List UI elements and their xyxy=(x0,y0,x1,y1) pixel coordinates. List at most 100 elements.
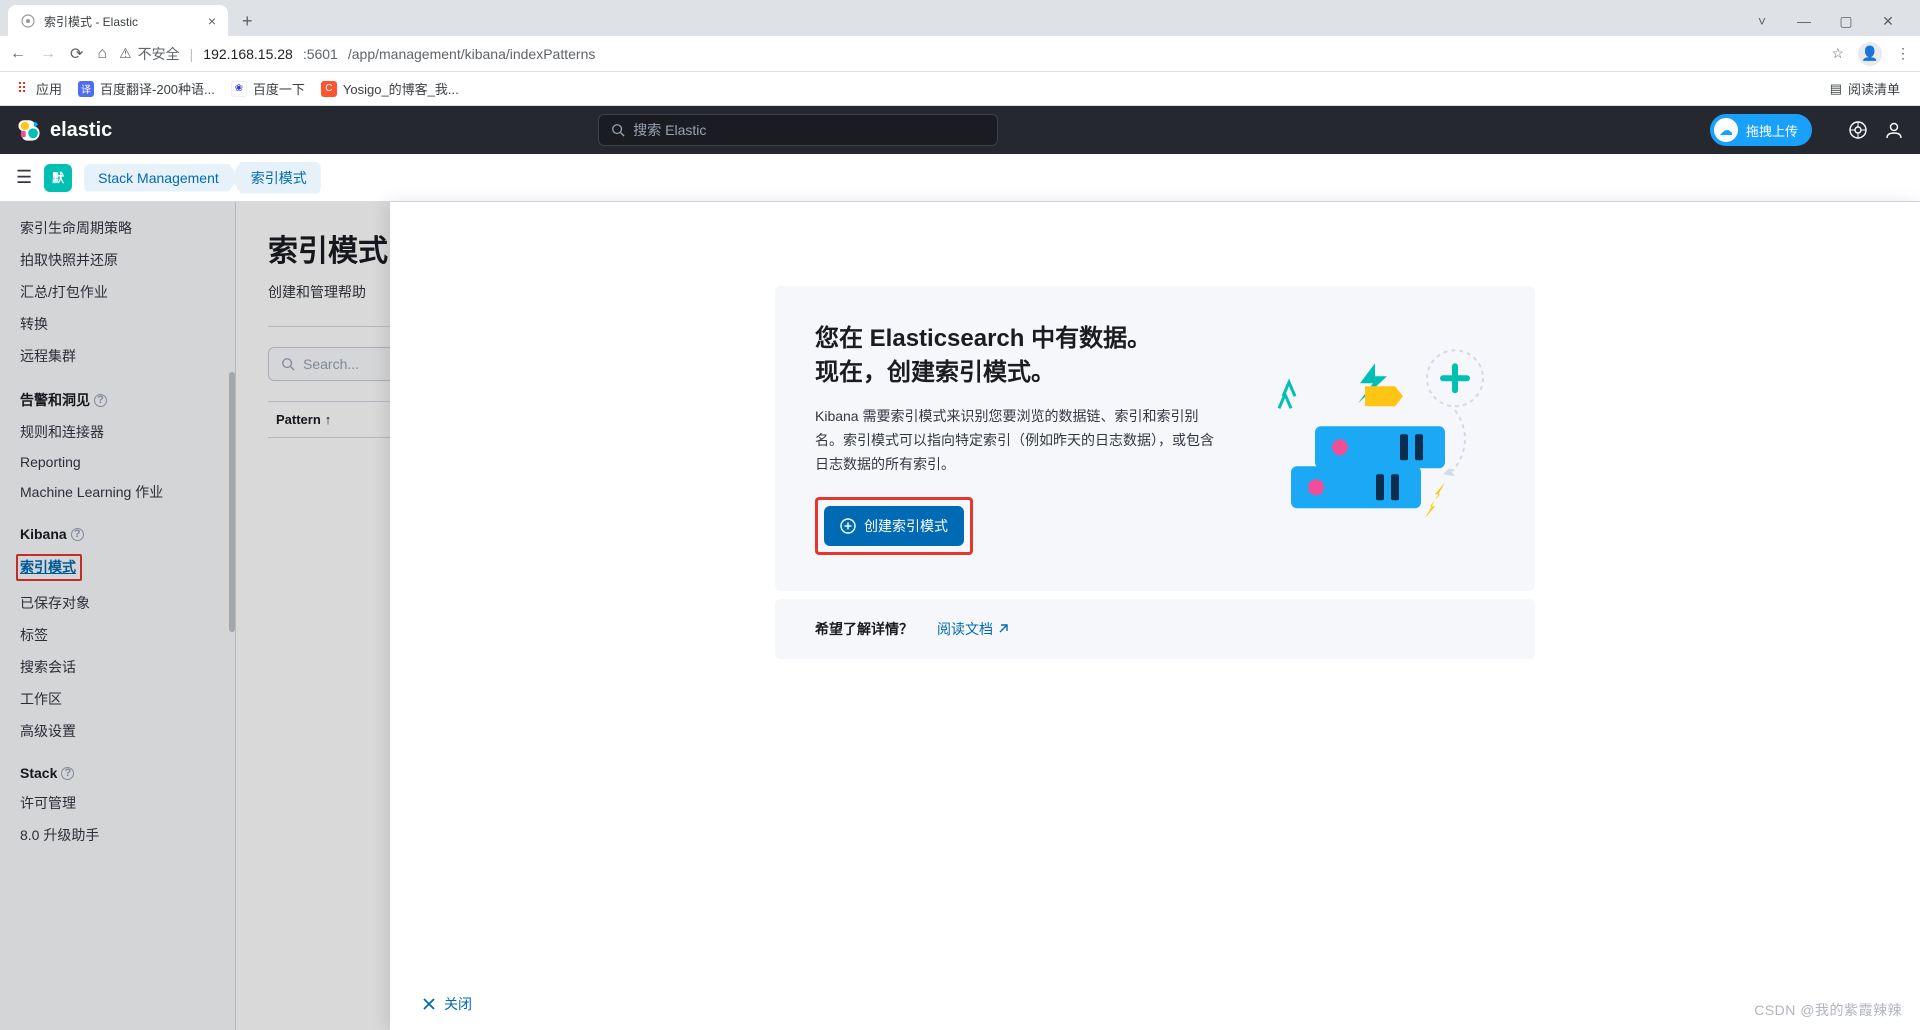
create-index-pattern-button[interactable]: 创建索引模式 xyxy=(824,506,964,546)
sidebar-section-kibana: Kibana ? xyxy=(20,508,235,548)
elastic-logo-icon xyxy=(16,117,42,143)
upload-label: 拖拽上传 xyxy=(1746,121,1798,140)
app-body: 索引生命周期策略 拍取快照并还原 汇总/打包作业 转换 远程集群 告警和洞见 ?… xyxy=(0,202,1920,1030)
not-secure-badge[interactable]: ⚠ 不安全 xyxy=(119,44,180,64)
blog-icon: C xyxy=(321,81,337,97)
browser-chrome: 索引模式 - Elastic × + ˅ — ▢ ✕ ← → ⟳ ⌂ ⚠ 不安全… xyxy=(0,0,1920,106)
minimize-icon[interactable]: — xyxy=(1792,13,1816,30)
close-window-icon[interactable]: ✕ xyxy=(1876,13,1900,30)
sidebar-item[interactable]: Reporting xyxy=(20,448,235,476)
sidebar-item[interactable]: 拍取快照并还原 xyxy=(20,244,235,276)
sidebar-item[interactable]: 转换 xyxy=(20,308,235,340)
card-text: 您在 Elasticsearch 中有数据。 现在，创建索引模式。 Kibana… xyxy=(815,322,1223,555)
sidebar-item[interactable]: Machine Learning 作业 xyxy=(20,476,235,508)
sidebar-item[interactable]: 许可管理 xyxy=(20,787,235,819)
header-icons xyxy=(1848,120,1904,140)
sidebar-item[interactable]: 8.0 升级助手 xyxy=(20,819,235,851)
chevron-down-icon[interactable]: ˅ xyxy=(1750,13,1774,30)
maximize-icon[interactable]: ▢ xyxy=(1834,13,1858,30)
not-secure-label: 不安全 xyxy=(138,44,180,64)
url-path: /app/management/kibana/indexPatterns xyxy=(348,46,596,62)
col-pattern[interactable]: Pattern xyxy=(276,412,321,427)
help-icon[interactable] xyxy=(1848,120,1868,140)
sidebar-item[interactable]: 汇总/打包作业 xyxy=(20,276,235,308)
card-description: Kibana 需要索引模式来识别您要浏览的数据链、索引和索引别名。索引模式可以指… xyxy=(815,405,1223,476)
space-badge[interactable]: 默 xyxy=(44,164,72,192)
read-docs-link[interactable]: 阅读文档 xyxy=(937,619,1009,639)
user-avatar-icon[interactable] xyxy=(1884,120,1904,140)
elastic-logo[interactable]: elastic xyxy=(16,117,112,143)
url-host: 192.168.15.28 xyxy=(203,46,293,62)
address-bar-row: ← → ⟳ ⌂ ⚠ 不安全 | 192.168.15.28 :5601/app/m… xyxy=(0,36,1920,72)
url-port: :5601 xyxy=(303,46,338,62)
kebab-menu-icon[interactable]: ⋮ xyxy=(1896,45,1910,62)
crumb-index-patterns[interactable]: 索引模式 xyxy=(231,162,321,194)
sidebar: 索引生命周期策略 拍取快照并还原 汇总/打包作业 转换 远程集群 告警和洞见 ?… xyxy=(0,202,236,1030)
nav-toggle-icon[interactable]: ☰ xyxy=(16,167,32,188)
highlight-annotation: 索引模式 xyxy=(16,554,82,581)
tab-close-icon[interactable]: × xyxy=(208,13,216,29)
bookmark-baidu[interactable]: ❀ 百度一下 xyxy=(231,79,305,98)
sidebar-item[interactable]: 高级设置 xyxy=(20,715,235,747)
sidebar-item[interactable]: 索引生命周期策略 xyxy=(20,212,235,244)
brand-text: elastic xyxy=(50,119,112,142)
sidebar-item[interactable]: 搜索会话 xyxy=(20,651,235,683)
illustration xyxy=(1255,322,1495,555)
bookmark-baidu-translate[interactable]: 译 百度翻译-200种语... xyxy=(78,79,215,98)
search-icon xyxy=(281,357,295,371)
warning-icon: ⚠ xyxy=(119,45,132,62)
nav-icons: ← → ⟳ ⌂ xyxy=(10,44,107,64)
bookmark-yosigo[interactable]: C Yosigo_的博客_我... xyxy=(321,79,459,98)
address-right: ☆ 👤 ⋮ xyxy=(1831,42,1910,66)
search-icon xyxy=(611,123,625,137)
elastic-header: elastic 搜索 Elastic ☁ 拖拽上传 xyxy=(0,106,1920,154)
tab-strip: 索引模式 - Elastic × + ˅ — ▢ ✕ xyxy=(0,0,1920,36)
sort-asc-icon[interactable]: ↑ xyxy=(325,412,332,427)
sidebar-item[interactable]: 远程集群 xyxy=(20,340,235,372)
new-tab-button[interactable]: + xyxy=(236,11,259,32)
bookmark-apps[interactable]: ⠿ 应用 xyxy=(14,79,62,98)
info-icon[interactable]: ? xyxy=(94,394,107,407)
highlight-annotation: 创建索引模式 xyxy=(815,497,973,555)
info-icon[interactable]: ? xyxy=(71,528,84,541)
elastic-favicon-icon xyxy=(20,13,36,29)
sidebar-item[interactable]: 规则和连接器 xyxy=(20,416,235,448)
crumb-stack-management[interactable]: Stack Management xyxy=(84,164,239,192)
flyout-body: 您在 Elasticsearch 中有数据。 现在，创建索引模式。 Kibana… xyxy=(390,202,1920,978)
reload-icon[interactable]: ⟳ xyxy=(70,44,83,64)
upload-badge[interactable]: ☁ 拖拽上传 xyxy=(1710,114,1812,146)
home-icon[interactable]: ⌂ xyxy=(97,45,107,63)
flyout-intro-card: 您在 Elasticsearch 中有数据。 现在，创建索引模式。 Kibana… xyxy=(775,286,1535,591)
sidebar-section-alerts: 告警和洞见 ? xyxy=(20,372,235,416)
reading-list-icon: ▤ xyxy=(1830,81,1842,97)
flyout-secondary-card: 希望了解详情？ 阅读文档 xyxy=(775,599,1535,659)
flyout-footer: 关闭 xyxy=(390,978,1920,1030)
global-search-input[interactable]: 搜索 Elastic xyxy=(598,114,998,146)
card-title: 您在 Elasticsearch 中有数据。 现在，创建索引模式。 xyxy=(815,322,1223,389)
back-icon[interactable]: ← xyxy=(10,45,26,63)
forward-icon[interactable]: → xyxy=(40,45,56,63)
baidu-icon: ❀ xyxy=(231,81,247,97)
close-icon[interactable] xyxy=(422,997,436,1011)
star-icon[interactable]: ☆ xyxy=(1831,45,1844,62)
sidebar-item[interactable]: 已保存对象 xyxy=(20,587,235,619)
search-placeholder: Search... xyxy=(303,356,359,372)
sidebar-item[interactable]: 标签 xyxy=(20,619,235,651)
reading-list[interactable]: ▤ 阅读清单 xyxy=(1830,79,1906,98)
create-index-pattern-flyout: 您在 Elasticsearch 中有数据。 现在，创建索引模式。 Kibana… xyxy=(390,202,1920,1030)
breadcrumb: Stack Management 索引模式 xyxy=(84,162,321,194)
url-separator: | xyxy=(190,46,194,62)
profile-icon[interactable]: 👤 xyxy=(1858,42,1882,66)
global-search: 搜索 Elastic xyxy=(598,114,998,146)
info-icon[interactable]: ? xyxy=(61,767,74,780)
bookmarks-bar: ⠿ 应用 译 百度翻译-200种语... ❀ 百度一下 C Yosigo_的博客… xyxy=(0,72,1920,106)
sidebar-item-index-patterns[interactable]: 索引模式 xyxy=(20,548,235,587)
sidebar-section-stack: Stack ? xyxy=(20,747,235,787)
sidebar-item[interactable]: 工作区 xyxy=(20,683,235,715)
watermark: CSDN @我的紫霞辣辣 xyxy=(1754,1000,1902,1020)
scrollbar-thumb[interactable] xyxy=(229,372,235,632)
close-button[interactable]: 关闭 xyxy=(444,994,472,1014)
tab-title: 索引模式 - Elastic xyxy=(44,13,138,30)
browser-tab[interactable]: 索引模式 - Elastic × xyxy=(8,5,228,37)
url-bar[interactable]: ⚠ 不安全 | 192.168.15.28 :5601/app/managemen… xyxy=(119,44,1819,64)
